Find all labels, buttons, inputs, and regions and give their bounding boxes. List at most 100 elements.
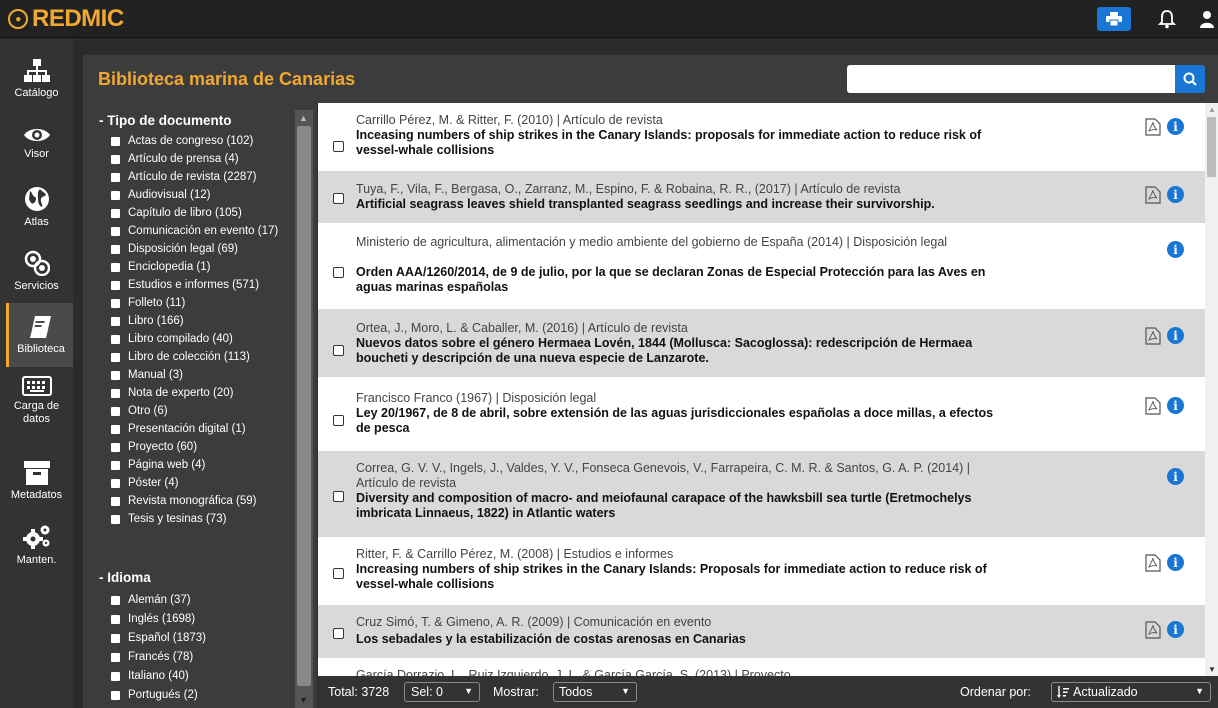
facet-checkbox[interactable] [111,298,120,308]
scrollbar-thumb[interactable] [297,126,311,686]
facet-checkbox[interactable] [111,172,120,182]
facet-checkbox[interactable] [111,424,120,434]
facet-checkbox[interactable] [111,388,120,398]
list-item[interactable]: Ministerio de agricultura, alimentación … [318,223,1205,309]
select-checkbox[interactable] [333,568,344,579]
facet-item[interactable]: Póster (4) [111,474,179,492]
select-checkbox[interactable] [333,415,344,426]
facet-checkbox[interactable] [111,244,120,254]
facet-checkbox[interactable] [111,633,120,643]
info-icon[interactable]: i [1167,186,1184,203]
facet-checkbox[interactable] [111,352,120,362]
item-title[interactable]: Increasing numbers of ship strikes in th… [356,562,996,592]
facet-item[interactable]: Inglés (1698) [111,610,195,628]
scroll-up-icon[interactable]: ▲ [299,113,308,123]
facet-checkbox[interactable] [111,595,120,605]
select-checkbox[interactable] [333,491,344,502]
facet-checkbox[interactable] [111,514,120,524]
facet-checkbox[interactable] [111,652,120,662]
facet-item[interactable]: Manual (3) [111,366,183,384]
nav-item-biblioteca[interactable]: Biblioteca [6,303,73,367]
info-icon[interactable]: i [1167,241,1184,258]
list-item[interactable]: Tuya, F., Vila, F., Bergasa, O., Zarranz… [318,171,1205,223]
facet-item[interactable]: Francés (78) [111,648,193,666]
facet-checkbox[interactable] [111,478,120,488]
nav-item-catalogo[interactable]: Catálogo [0,47,73,111]
item-title[interactable]: Los sebadales y la estabilización de cos… [356,632,996,647]
facet-checkbox[interactable] [111,280,120,290]
list-item[interactable]: Correa, G. V. V., Ingels, J., Valdes, Y.… [318,451,1205,537]
facet-checkbox[interactable] [111,190,120,200]
pdf-icon[interactable] [1145,621,1161,639]
scrollbar-thumb[interactable] [1207,117,1216,177]
facet-checkbox[interactable] [111,496,120,506]
list-item[interactable]: Carrillo Pérez, M. & Ritter, F. (2010) |… [318,103,1205,171]
list-item[interactable]: García Dorrazio, L., Ruiz Izquierdo, J. … [318,658,1205,676]
select-checkbox[interactable] [333,267,344,278]
facet-item[interactable]: Página web (4) [111,456,205,474]
facet-item[interactable]: Proyecto (60) [111,438,197,456]
facet-item[interactable]: Audiovisual (12) [111,186,210,204]
pdf-icon[interactable] [1145,118,1161,136]
facets-scrollbar[interactable]: ▲ ▼ [295,110,313,708]
facet-checkbox[interactable] [111,208,120,218]
pdf-icon[interactable] [1145,327,1161,345]
sort-select[interactable]: Actualizado ▼ [1051,682,1211,702]
pdf-icon[interactable] [1145,554,1161,572]
facet-checkbox[interactable] [111,370,120,380]
nav-item-mantenimiento[interactable]: Manten. [0,513,73,577]
nav-item-servicios[interactable]: Servicios [0,239,73,303]
facet-item[interactable]: Artículo de prensa (4) [111,150,239,168]
info-icon[interactable]: i [1167,468,1184,485]
info-icon[interactable]: i [1167,118,1184,135]
facet-group-doc-type-title[interactable]: - Tipo de documento [99,113,232,128]
facet-item[interactable]: Español (1873) [111,629,206,647]
results-scrollbar[interactable]: ▲ ▼ [1205,103,1218,676]
facet-item[interactable]: Revista monográfica (59) [111,492,256,510]
info-icon[interactable]: i [1167,554,1184,571]
app-logo[interactable]: ● REDMIC [8,5,124,33]
facet-checkbox[interactable] [111,442,120,452]
facet-item[interactable]: Actas de congreso (102) [111,132,253,150]
info-icon[interactable]: i [1167,621,1184,638]
facet-item[interactable]: Disposición legal (69) [111,240,238,258]
info-icon[interactable]: i [1167,397,1184,414]
nav-item-metadatos[interactable]: Metadatos [0,449,73,513]
facet-checkbox[interactable] [111,671,120,681]
facet-checkbox[interactable] [111,262,120,272]
facet-checkbox[interactable] [111,460,120,470]
selection-dropdown[interactable]: Sel: 0 ▼ [404,682,480,702]
item-title[interactable]: Ley 20/1967, de 8 de abril, sobre extens… [356,406,996,436]
facet-checkbox[interactable] [111,154,120,164]
facet-item[interactable]: Enciclopedia (1) [111,258,210,276]
facet-checkbox[interactable] [111,614,120,624]
facet-item[interactable]: Presentación digital (1) [111,420,246,438]
list-item[interactable]: Francisco Franco (1967) | Disposición le… [318,377,1205,451]
facet-checkbox[interactable] [111,406,120,416]
list-item[interactable]: Ritter, F. & Carrillo Pérez, M. (2008) |… [318,537,1205,605]
facet-item[interactable]: Nota de experto (20) [111,384,233,402]
show-select[interactable]: Todos ▼ [553,682,637,702]
facet-item[interactable]: Capítulo de libro (105) [111,204,242,222]
scroll-up-icon[interactable]: ▲ [1208,105,1216,114]
facet-item[interactable]: Folleto (11) [111,294,185,312]
user-menu-button[interactable] [1196,8,1218,30]
facet-item[interactable]: Artículo de revista (2287) [111,168,256,186]
nav-item-atlas[interactable]: Atlas [0,175,73,239]
facet-checkbox[interactable] [111,334,120,344]
item-title[interactable]: Nuevos datos sobre el género Hermaea Lov… [356,336,996,366]
facet-item[interactable]: Comunicación en evento (17) [111,222,278,240]
info-icon[interactable]: i [1167,327,1184,344]
facet-checkbox[interactable] [111,226,120,236]
facet-item[interactable]: Italiano (40) [111,667,189,685]
select-checkbox[interactable] [333,628,344,639]
facet-checkbox[interactable] [111,316,120,326]
item-title[interactable]: Artificial seagrass leaves shield transp… [356,197,996,212]
select-checkbox[interactable] [333,193,344,204]
notifications-button[interactable] [1156,8,1178,30]
pdf-icon[interactable] [1145,186,1161,204]
item-title[interactable]: Inceasing numbers of ship strikes in the… [356,128,996,158]
facet-item[interactable]: Otro (6) [111,402,168,420]
facet-item[interactable]: Estudios e informes (571) [111,276,259,294]
select-checkbox[interactable] [333,345,344,356]
